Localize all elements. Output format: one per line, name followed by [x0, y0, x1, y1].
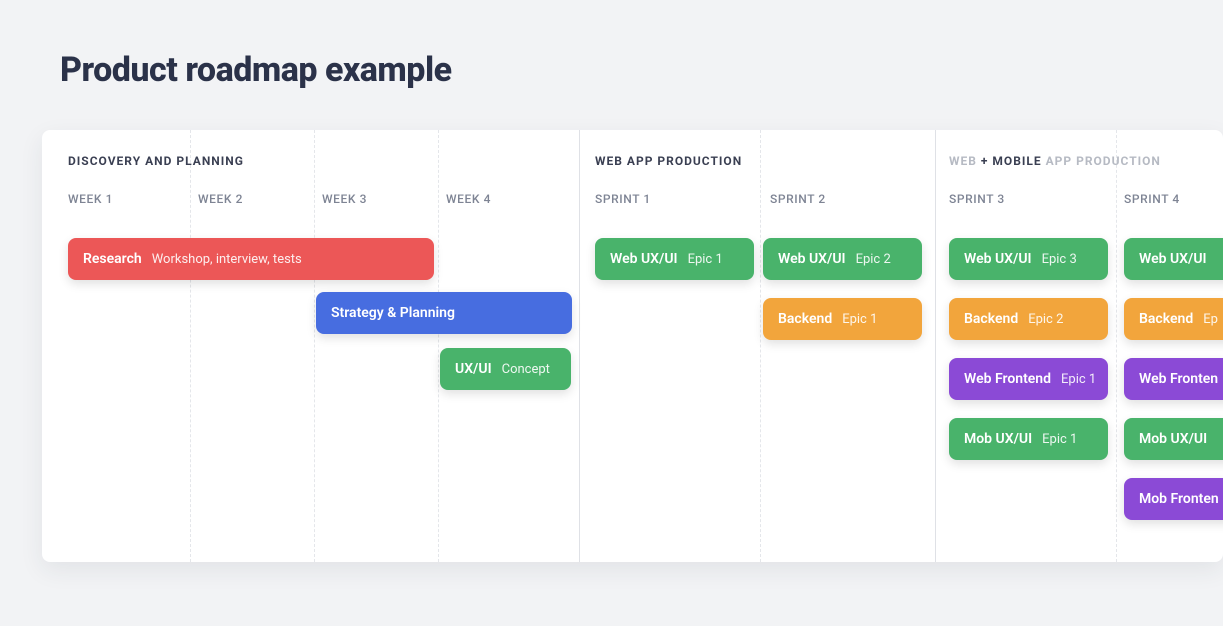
section-header-text: + MOBILE	[981, 154, 1042, 168]
section-header-discovery: DISCOVERY AND PLANNING	[68, 154, 244, 168]
card-title: Backend	[1139, 311, 1193, 327]
card-title: Web Frontend	[964, 371, 1051, 387]
section-header-webmobile: WEB + MOBILE APP PRODUCTION	[949, 154, 1161, 168]
section-divider	[579, 130, 580, 562]
col-header-sprint-1: SPRINT 1	[595, 192, 651, 206]
card-title: Web UX/UI	[778, 251, 846, 267]
card-mob-frontend-sprint-4[interactable]: Mob Fronten	[1124, 478, 1223, 520]
card-mob-uxui-sprint-4[interactable]: Mob UX/UI	[1124, 418, 1223, 460]
card-uxui-concept[interactable]: UX/UI Concept	[440, 348, 571, 390]
card-sub: Epic 1	[1061, 372, 1096, 387]
card-title: UX/UI	[455, 361, 492, 377]
section-header-text-muted: APP PRODUCTION	[1042, 154, 1161, 168]
card-title: Mob UX/UI	[1139, 431, 1207, 447]
card-sub: Ep	[1203, 312, 1218, 327]
page-title: Product roadmap example	[60, 50, 452, 90]
col-header-week-1: WEEK 1	[68, 192, 113, 206]
card-web-uxui-epic-3[interactable]: Web UX/UI Epic 3	[949, 238, 1108, 280]
card-sub: Epic 1	[842, 312, 877, 327]
col-header-sprint-2: SPRINT 2	[770, 192, 826, 206]
card-web-uxui-epic-1[interactable]: Web UX/UI Epic 1	[595, 238, 754, 280]
card-title: Web UX/UI	[964, 251, 1032, 267]
col-divider	[1116, 130, 1117, 562]
card-sub: Epic 2	[856, 252, 891, 267]
col-header-sprint-3: SPRINT 3	[949, 192, 1005, 206]
section-header-text: DISCOVERY AND PLANNING	[68, 154, 244, 168]
col-header-week-4: WEEK 4	[446, 192, 491, 206]
col-divider	[438, 130, 439, 562]
card-strategy[interactable]: Strategy & Planning	[316, 292, 572, 334]
card-title: Web Fronten	[1139, 371, 1218, 387]
card-sub: Epic 3	[1042, 252, 1077, 267]
card-title: Research	[83, 251, 142, 267]
card-web-frontend-epic-1[interactable]: Web Frontend Epic 1	[949, 358, 1108, 400]
card-sub: Workshop, interview, tests	[152, 252, 302, 267]
card-sub: Epic 1	[688, 252, 723, 267]
section-divider	[935, 130, 936, 562]
card-title: Mob UX/UI	[964, 431, 1032, 447]
card-title: Web UX/UI	[1139, 251, 1207, 267]
col-header-sprint-4: SPRINT 4	[1124, 192, 1180, 206]
col-header-week-2: WEEK 2	[198, 192, 243, 206]
section-header-text: WEB APP PRODUCTION	[595, 154, 742, 168]
card-title: Backend	[778, 311, 832, 327]
roadmap-board: DISCOVERY AND PLANNING WEB APP PRODUCTIO…	[42, 130, 1223, 562]
card-research[interactable]: Research Workshop, interview, tests	[68, 238, 434, 280]
card-web-frontend-sprint-4[interactable]: Web Fronten	[1124, 358, 1223, 400]
card-sub: Epic 2	[1028, 312, 1063, 327]
col-header-week-3: WEEK 3	[322, 192, 367, 206]
card-mob-uxui-epic-1[interactable]: Mob UX/UI Epic 1	[949, 418, 1108, 460]
card-backend-epic-1[interactable]: Backend Epic 1	[763, 298, 922, 340]
card-title: Strategy & Planning	[331, 305, 455, 321]
col-divider	[314, 130, 315, 562]
section-header-text-muted: WEB	[949, 154, 981, 168]
section-header-webapp: WEB APP PRODUCTION	[595, 154, 742, 168]
col-divider	[760, 130, 761, 562]
card-sub: Epic 1	[1042, 432, 1077, 447]
card-title: Backend	[964, 311, 1018, 327]
card-web-uxui-epic-2[interactable]: Web UX/UI Epic 2	[763, 238, 922, 280]
card-backend-sprint-4[interactable]: Backend Ep	[1124, 298, 1223, 340]
card-title: Web UX/UI	[610, 251, 678, 267]
card-backend-epic-2[interactable]: Backend Epic 2	[949, 298, 1108, 340]
card-title: Mob Fronten	[1139, 491, 1219, 507]
card-sub: Concept	[502, 362, 550, 377]
card-web-uxui-sprint-4[interactable]: Web UX/UI	[1124, 238, 1223, 280]
col-divider	[190, 130, 191, 562]
